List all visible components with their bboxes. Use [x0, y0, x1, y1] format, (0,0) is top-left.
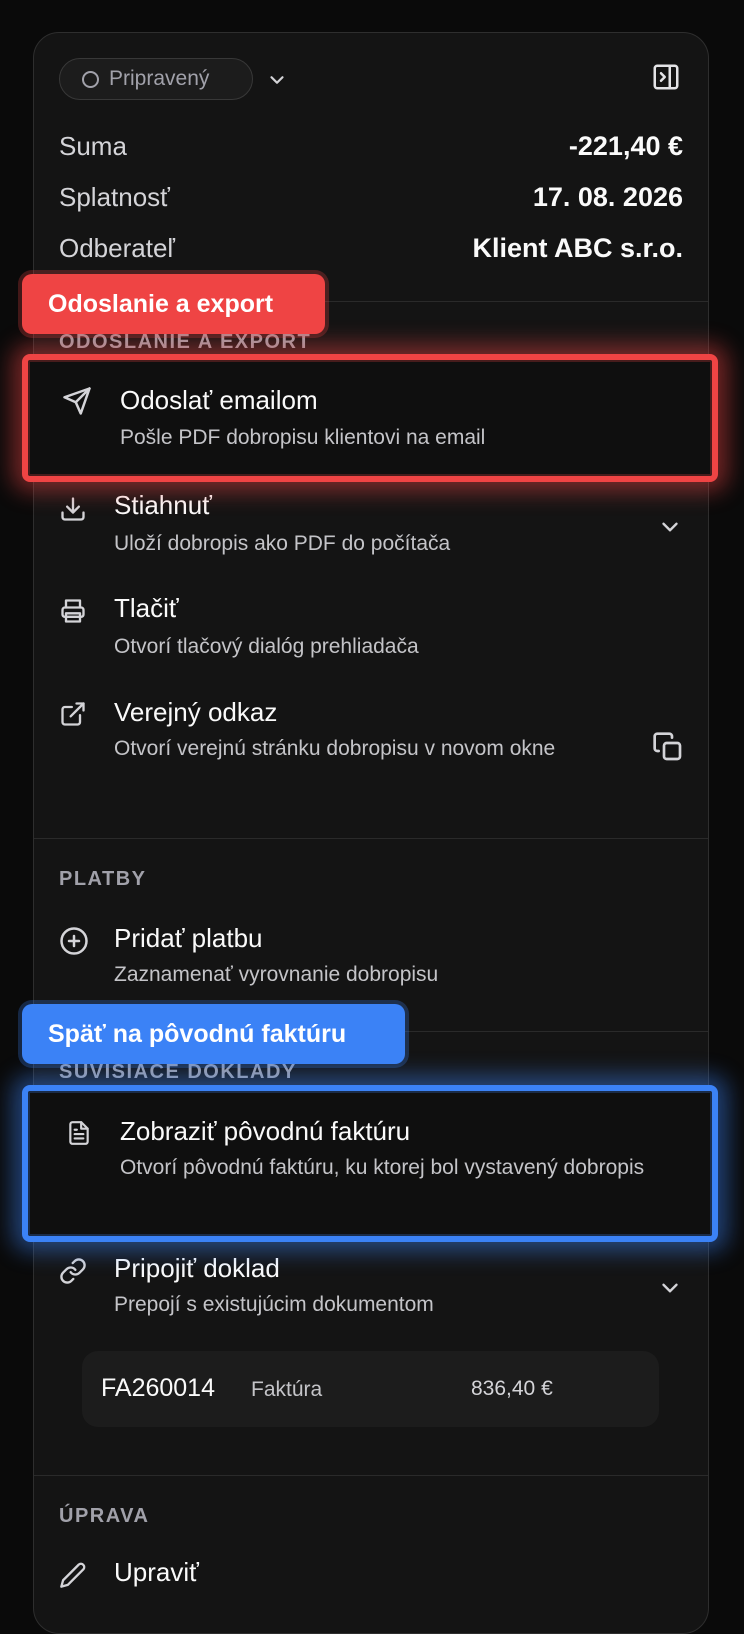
- action-description: Prepojí s existujúcim dokumentom: [114, 1293, 434, 1316]
- section-title-payments: PLATBY: [59, 868, 147, 890]
- action-view-original-invoice[interactable]: Zobraziť pôvodnú faktúru Otvorí pôvodnú …: [6, 1085, 712, 1242]
- action-description: Pošle PDF dobropisu klientovi na email: [120, 426, 486, 449]
- summary-row-due-date: Splatnosť 17. 08. 2026: [59, 180, 683, 214]
- summary-value: Klient ABC s.r.o.: [472, 232, 683, 263]
- action-title: Zobraziť pôvodnú faktúru: [120, 1116, 411, 1146]
- action-description: Otvorí tlačový dialóg prehliadača: [114, 635, 419, 658]
- action-title: Odoslať emailom: [120, 385, 318, 415]
- action-edit[interactable]: Upraviť: [34, 1555, 708, 1615]
- download-options-chevron-icon[interactable]: [657, 514, 683, 540]
- summary-row-amount: Suma -221,40 €: [59, 129, 683, 163]
- status-label: Pripravený: [109, 67, 210, 90]
- action-title: Tlačiť: [114, 593, 179, 623]
- status-chevron-down-icon[interactable]: [266, 69, 288, 91]
- action-description: Otvorí verejnú stránku dobropisu v novom…: [114, 737, 556, 760]
- action-title: Verejný odkaz: [114, 697, 278, 727]
- status-circle-icon: [82, 70, 99, 88]
- divider: [34, 838, 708, 839]
- section-title-export: ODOSLANIE A EXPORT: [59, 331, 312, 353]
- action-title: Upraviť: [114, 1557, 199, 1587]
- download-icon: [59, 495, 87, 523]
- external-link-icon: [59, 700, 87, 728]
- action-description: Zaznamenať vyrovnanie dobropisu: [114, 963, 439, 986]
- summary-key: Odberateľ: [59, 232, 175, 263]
- linked-document-type: Faktúra: [251, 1378, 323, 1401]
- copy-icon[interactable]: [652, 731, 684, 763]
- document-icon: [66, 1119, 94, 1147]
- send-icon: [62, 386, 91, 415]
- divider: [34, 1475, 708, 1476]
- printer-icon: [59, 597, 87, 625]
- action-send-email[interactable]: Odoslať emailom Pošle PDF dobropisu klie…: [6, 354, 712, 482]
- linked-document-amount: 836,40 €: [471, 1377, 553, 1400]
- annotation-tag-export: Odoslanie a export: [22, 274, 325, 334]
- attach-options-chevron-icon[interactable]: [657, 1275, 683, 1301]
- section-title-related: SÚVISIACE DOKLADY: [59, 1061, 297, 1083]
- summary-value: -221,40 €: [568, 130, 683, 161]
- summary-key: Suma: [59, 130, 127, 161]
- action-download[interactable]: Stiahnuť Uloží dobropis ako PDF do počít…: [34, 488, 708, 568]
- summary-value: 17. 08. 2026: [532, 181, 683, 212]
- document-actions-panel: Pripravený Suma -221,40 € Splatnosť 17. …: [33, 32, 709, 1634]
- action-title: Pridať platbu: [114, 923, 263, 953]
- highlight-original-invoice[interactable]: Zobraziť pôvodnú faktúru Otvorí pôvodnú …: [22, 1085, 718, 1242]
- summary-key: Splatnosť: [59, 181, 170, 212]
- annotation-tag-original-invoice: Späť na pôvodnú faktúru: [22, 1004, 405, 1064]
- action-description: Uloží dobropis ako PDF do počítača: [114, 532, 451, 555]
- linked-document-card[interactable]: FA260014 Faktúra 836,40 €: [82, 1351, 659, 1427]
- plus-circle-icon: [59, 926, 88, 955]
- action-print[interactable]: Tlačiť Otvorí tlačový dialóg prehliadača: [34, 591, 708, 671]
- status-pill[interactable]: Pripravený: [59, 58, 253, 100]
- action-title: Stiahnuť: [114, 490, 212, 520]
- collapse-panel-icon[interactable]: [651, 62, 681, 92]
- action-title: Pripojiť doklad: [114, 1253, 280, 1283]
- linked-document-number: FA260014: [101, 1374, 215, 1402]
- action-attach-document[interactable]: Pripojiť doklad Prepojí s existujúcim do…: [34, 1251, 708, 1331]
- action-public-link[interactable]: Verejný odkaz Otvorí verejnú stránku dob…: [34, 695, 708, 805]
- action-description: Otvorí pôvodnú faktúru, ku ktorej bol vy…: [120, 1156, 645, 1179]
- link-icon: [59, 1257, 87, 1285]
- summary-row-customer: Odberateľ Klient ABC s.r.o.: [59, 231, 683, 265]
- action-add-payment[interactable]: Pridať platbu Zaznamenať vyrovnanie dobr…: [34, 921, 708, 1001]
- section-title-edit: ÚPRAVA: [59, 1505, 150, 1527]
- pencil-icon: [59, 1561, 87, 1589]
- highlight-send-email[interactable]: Odoslať emailom Pošle PDF dobropisu klie…: [22, 354, 718, 482]
